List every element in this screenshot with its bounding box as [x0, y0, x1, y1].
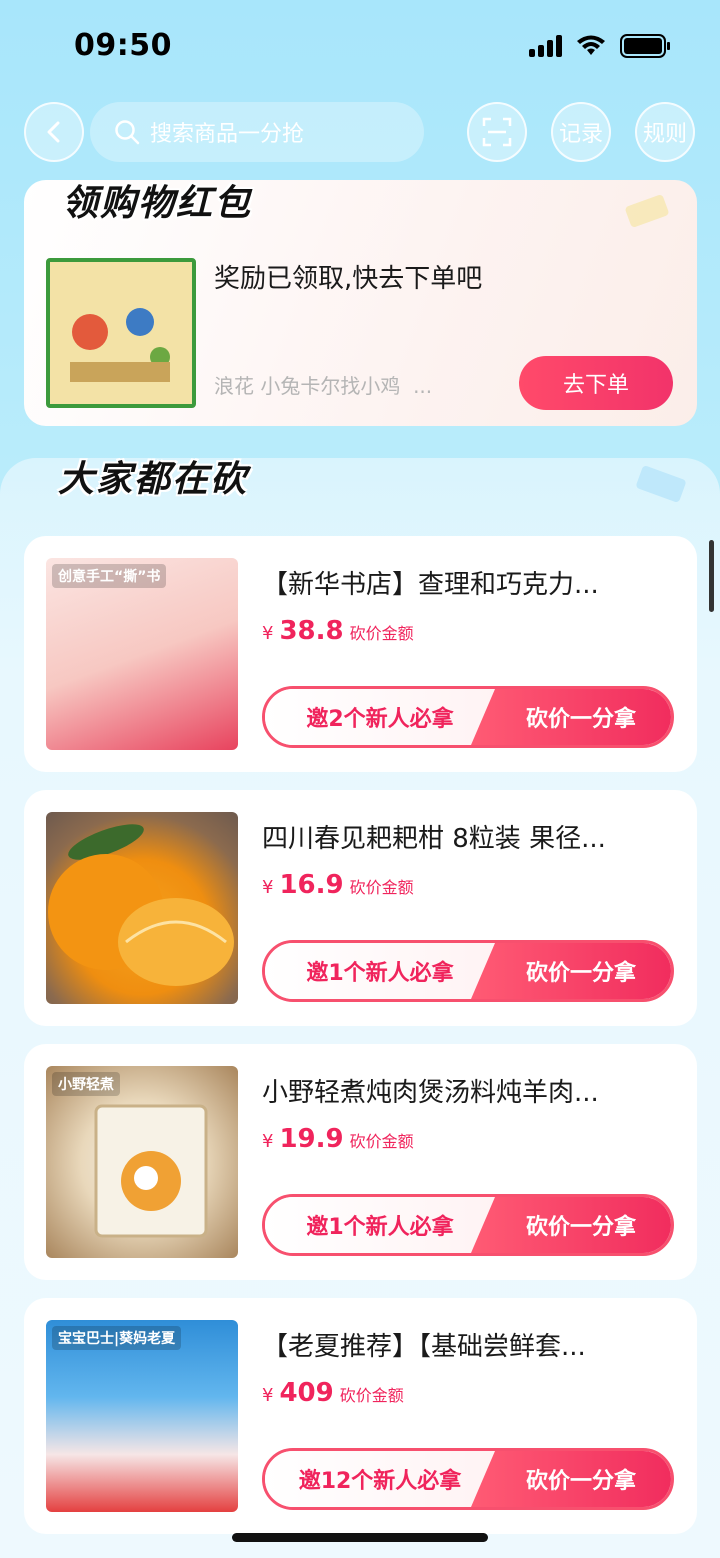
search-input[interactable]: 搜索商品一分抢 — [90, 102, 424, 162]
search-placeholder: 搜索商品一分抢 — [150, 122, 305, 147]
invite-button[interactable]: 邀1个新人必拿 — [265, 943, 495, 999]
currency-symbol: ¥ — [262, 877, 274, 898]
scan-icon — [482, 117, 512, 147]
image-caption: 小野轻煮 — [52, 1072, 120, 1096]
wifi-icon — [577, 35, 605, 55]
bargain-button[interactable]: 砍价一分拿 — [471, 1451, 671, 1507]
ribbon-decoration — [635, 464, 687, 504]
list-title: 大家都在砍 — [58, 459, 249, 500]
price-label: 砍价金额 — [349, 624, 414, 643]
book-cover-illustration — [50, 262, 192, 404]
action-bar: 邀1个新人必拿 砍价一分拿 — [262, 1194, 674, 1256]
product-card[interactable]: 小野轻煮 小野轻煮炖肉煲汤料炖羊肉... ¥ 19.9 砍价金额 邀1个新人必拿… — [24, 1044, 697, 1280]
invite-button[interactable]: 邀1个新人必拿 — [265, 1197, 495, 1253]
rule-button[interactable]: 规则 — [635, 102, 695, 162]
price-label: 砍价金额 — [339, 1386, 404, 1405]
image-caption: 创意手工“撕”书 — [52, 564, 167, 588]
price-row: ¥ 38.8 砍价金额 — [262, 616, 414, 646]
rule-label: 规则 — [642, 122, 687, 147]
status-bar: 09:50 — [0, 0, 720, 96]
product-card[interactable]: 宝宝巴士|葵妈老夏 【老夏推荐】【基础尝鲜套... ¥ 409 砍价金额 邀12… — [24, 1298, 697, 1534]
currency-symbol: ¥ — [262, 1385, 274, 1406]
price-row: ¥ 19.9 砍价金额 — [262, 1124, 414, 1154]
bargain-list-panel: 大家都在砍 创意手工“撕”书 【新华书店】查理和巧克力... ¥ 38.8 砍价… — [0, 458, 720, 1558]
price-value: 38.8 — [279, 616, 344, 646]
price-label: 砍价金额 — [349, 1132, 414, 1151]
chevron-left-icon — [47, 121, 60, 143]
price-row: ¥ 409 砍价金额 — [262, 1378, 404, 1408]
orange-illustration — [48, 824, 234, 986]
reward-product-image[interactable] — [46, 258, 196, 408]
status-time: 09:50 — [74, 28, 172, 63]
price-value: 409 — [279, 1378, 334, 1408]
bargain-button[interactable]: 砍价一分拿 — [471, 689, 671, 745]
ribbon-decoration — [624, 193, 670, 229]
reward-card: 领购物红包 奖励已领取,快去下单吧 浪花 小兔卡尔找小鸡 ... 去下单 — [24, 180, 697, 426]
top-bar: 搜索商品一分抢 记录 规则 — [0, 100, 720, 166]
reward-title: 领购物红包 — [62, 183, 253, 224]
product-name[interactable]: 【新华书店】查理和巧克力... — [262, 564, 662, 601]
image-caption: 宝宝巴士|葵妈老夏 — [52, 1326, 182, 1350]
scan-button[interactable] — [467, 102, 527, 162]
price-value: 19.9 — [279, 1124, 344, 1154]
bargain-button[interactable]: 砍价一分拿 — [471, 943, 671, 999]
back-button[interactable] — [24, 102, 84, 162]
action-bar: 邀1个新人必拿 砍价一分拿 — [262, 940, 674, 1002]
home-indicator[interactable] — [232, 1533, 488, 1542]
product-name[interactable]: 小野轻煮炖肉煲汤料炖羊肉... — [262, 1072, 662, 1109]
go-order-button[interactable]: 去下单 — [519, 356, 673, 410]
search-icon — [115, 120, 140, 145]
product-name[interactable]: 四川春见耙耙柑 8粒装 果径... — [262, 818, 662, 855]
reward-message: 奖励已领取,快去下单吧 — [214, 264, 483, 294]
price-label: 砍价金额 — [349, 878, 414, 897]
record-button[interactable]: 记录 — [551, 102, 611, 162]
status-icons — [529, 34, 672, 58]
record-label: 记录 — [558, 122, 603, 147]
product-image[interactable]: 创意手工“撕”书 — [46, 558, 238, 750]
price-value: 16.9 — [279, 870, 344, 900]
product-card[interactable]: 创意手工“撕”书 【新华书店】查理和巧克力... ¥ 38.8 砍价金额 邀2个… — [24, 536, 697, 772]
invite-button[interactable]: 邀2个新人必拿 — [265, 689, 495, 745]
currency-symbol: ¥ — [262, 623, 274, 644]
product-image[interactable]: 小野轻煮 — [46, 1066, 238, 1258]
scrollbar[interactable] — [709, 540, 714, 612]
battery-icon — [620, 34, 670, 58]
product-card[interactable]: 四川春见耙耙柑 8粒装 果径... ¥ 16.9 砍价金额 邀1个新人必拿 砍价… — [24, 790, 697, 1026]
product-name[interactable]: 【老夏推荐】【基础尝鲜套... — [262, 1326, 662, 1363]
bargain-button[interactable]: 砍价一分拿 — [471, 1197, 671, 1253]
invite-button[interactable]: 邀12个新人必拿 — [265, 1451, 495, 1507]
product-image[interactable] — [46, 812, 238, 1004]
reward-product-name: 浪花 小兔卡尔找小鸡 ... — [214, 374, 433, 398]
cellular-signal-icon — [529, 35, 562, 57]
product-image[interactable]: 宝宝巴士|葵妈老夏 — [46, 1320, 238, 1512]
action-bar: 邀12个新人必拿 砍价一分拿 — [262, 1448, 674, 1510]
price-row: ¥ 16.9 砍价金额 — [262, 870, 414, 900]
currency-symbol: ¥ — [262, 1131, 274, 1152]
action-bar: 邀2个新人必拿 砍价一分拿 — [262, 686, 674, 748]
